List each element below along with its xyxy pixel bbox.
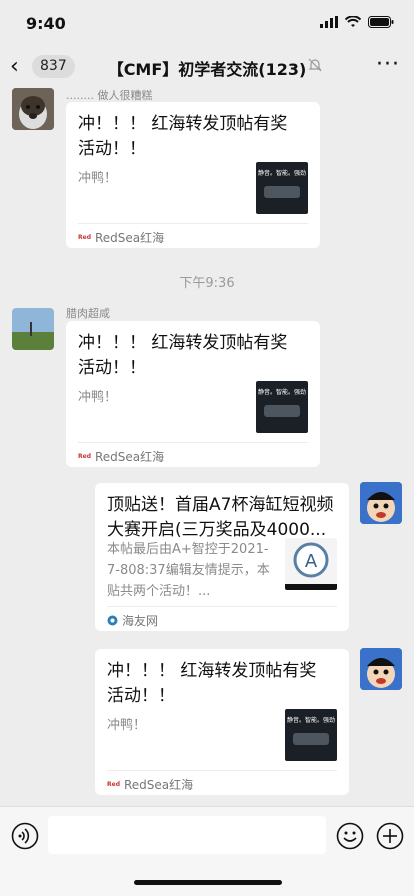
card-thumbnail: 静音。智能。强劲	[256, 381, 308, 433]
card-description: 冲鸭！	[107, 718, 147, 733]
svg-text:静音。智能。强劲: 静音。智能。强劲	[287, 716, 335, 724]
card-description: 本帖最后由A+智控于2021-7-808:37编辑友情提示，本贴共两个活动！..…	[107, 542, 270, 599]
card-thumbnail: 静音。智能。强劲	[285, 709, 337, 761]
card-source: Red RedSea红海	[107, 776, 193, 793]
home-indicator[interactable]	[134, 880, 282, 885]
card-description: 冲鸭！	[78, 171, 118, 186]
message-list[interactable]: ........ 做人很糟糕 冲！！！ 红海转发顶帖有奖活动！！ 冲鸭！ 静音。…	[0, 88, 414, 806]
sender-name: 腊肉超咸	[66, 307, 110, 320]
plus-icon[interactable]	[376, 822, 404, 850]
status-bar: 9:40	[0, 0, 414, 48]
card-title: 冲！！！ 红海转发顶帖有奖活动！！	[107, 661, 317, 706]
card-source-label: RedSea红海	[94, 231, 165, 245]
redsea-logo-icon: Red	[78, 234, 91, 241]
card-divider	[78, 442, 308, 443]
avatar[interactable]	[12, 308, 54, 350]
more-options-icon[interactable]: ···	[376, 52, 400, 77]
link-card[interactable]: 冲！！！ 红海转发顶帖有奖活动！！ 冲鸭！ 静音。智能。强劲 Red RedSe…	[66, 102, 320, 248]
chat-header: ‹ 837 【CMF】初学者交流(123) ···	[0, 44, 414, 88]
link-card[interactable]: 顶贴送！首届A7杯海缸短视频大赛开启(三万奖品及4000... 本帖最后由A+智…	[95, 483, 349, 631]
battery-icon	[368, 16, 394, 28]
chat-title: 【CMF】初学者交流(123)	[107, 60, 307, 79]
signal-icon	[320, 16, 338, 28]
voice-icon[interactable]	[11, 822, 39, 850]
status-icons	[320, 16, 394, 28]
card-divider	[107, 606, 337, 607]
card-source: Red RedSea红海	[78, 448, 164, 465]
card-source: 海友网	[107, 612, 158, 629]
card-source: Red RedSea红海	[78, 229, 164, 246]
card-source-label: RedSea红海	[123, 778, 194, 792]
card-source-label: 海友网	[122, 614, 159, 628]
mute-icon	[308, 58, 322, 72]
avatar[interactable]	[360, 482, 402, 524]
svg-text:静音。智能。强劲: 静音。智能。强劲	[258, 169, 306, 177]
haiyou-logo-icon	[107, 615, 118, 626]
message-input[interactable]	[48, 816, 326, 854]
card-title: 冲！！！ 红海转发顶帖有奖活动！！	[78, 114, 288, 159]
link-card[interactable]: 冲！！！ 红海转发顶帖有奖活动！！ 冲鸭！ 静音。智能。强劲 Red RedSe…	[66, 321, 320, 467]
card-divider	[107, 770, 337, 771]
svg-text:A: A	[305, 551, 318, 572]
timestamp: 下午9:36	[179, 276, 235, 291]
sender-name: ........ 做人很糟糕	[66, 89, 153, 102]
redsea-logo-icon: Red	[78, 453, 91, 460]
card-divider	[78, 223, 308, 224]
redsea-logo-icon: Red	[107, 781, 120, 788]
avatar[interactable]	[360, 648, 402, 690]
card-description: 冲鸭！	[78, 390, 118, 405]
emoji-icon[interactable]	[336, 822, 364, 850]
card-title: 顶贴送！首届A7杯海缸短视频大赛开启(三万奖品及4000...	[107, 495, 334, 540]
link-card[interactable]: 冲！！！ 红海转发顶帖有奖活动！！ 冲鸭！ 静音。智能。强劲 Red RedSe…	[95, 649, 349, 795]
svg-text:静音。智能。强劲: 静音。智能。强劲	[258, 388, 306, 396]
status-time: 9:40	[26, 14, 66, 33]
card-thumbnail: 静音。智能。强劲	[256, 162, 308, 214]
wifi-icon	[345, 16, 361, 27]
avatar[interactable]	[12, 88, 54, 130]
card-thumbnail: A	[285, 538, 337, 590]
card-source-label: RedSea红海	[94, 450, 165, 464]
card-title: 冲！！！ 红海转发顶帖有奖活动！！	[78, 333, 288, 378]
